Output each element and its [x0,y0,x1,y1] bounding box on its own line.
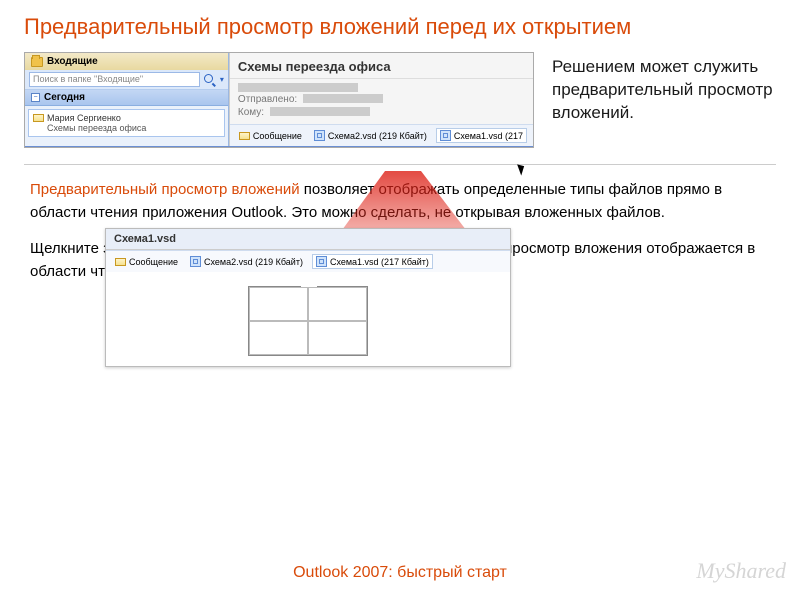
keyword: Предварительный просмотр вложений [30,181,300,198]
floorplan-diagram [248,286,368,356]
inbox-label: Входящие [47,56,98,67]
vsd-icon [190,256,201,267]
attachment-label: Сообщение [253,131,302,141]
attachment-label: Схема2.vsd (219 Кбайт) [204,257,303,267]
slide-title: Предварительный просмотр вложений перед … [0,0,800,40]
envelope-icon [239,132,250,140]
preview-title: Схема1.vsd [106,229,510,250]
watermark: MyShared [696,558,786,584]
search-icon[interactable] [204,74,216,86]
inbox-pane: Входящие Поиск в папке "Входящие" ▾ − Се… [25,53,229,146]
inbox-header: Входящие [25,53,228,70]
attachment-preview: Схема1.vsd Сообщение Схема2.vsd (219 Кба… [105,228,511,367]
attachment-message[interactable]: Сообщение [236,130,305,142]
reading-pane: Схемы переезда офиса Отправлено: Кому: С… [229,53,533,146]
folder-icon [31,57,43,67]
message-item[interactable]: Мария Сергиенко Схемы переезда офиса [28,109,225,137]
attachment-file-1[interactable]: Схема2.vsd (219 Кбайт) [311,129,430,142]
side-caption: Решением может служить предварительный п… [552,52,776,148]
search-input[interactable]: Поиск в папке "Входящие" [29,72,200,87]
reading-title: Схемы переезда офиса [230,53,533,79]
attachment-label: Схема1.vsd (217 Кбайт) [330,257,429,267]
envelope-icon [115,258,126,266]
watermark-text: MyShared [696,558,786,583]
vsd-icon [314,130,325,141]
preview-att-2[interactable]: Схема1.vsd (217 Кбайт) [312,254,433,269]
from-placeholder [238,83,358,92]
sent-placeholder [303,94,383,103]
to-placeholder [270,107,370,116]
outlook-screenshot: Входящие Поиск в папке "Входящие" ▾ − Се… [24,52,534,148]
attachment-file-2[interactable]: Схема1.vsd (217 [436,128,527,143]
today-group: − Сегодня [25,90,228,106]
attachment-label: Сообщение [129,257,178,267]
collapse-icon[interactable]: − [31,93,40,102]
meta-sent-label: Отправлено: [238,94,297,105]
today-label: Сегодня [44,92,85,103]
vsd-icon [316,256,327,267]
envelope-icon [33,114,44,122]
preview-att-1[interactable]: Схема2.vsd (219 Кбайт) [187,255,306,268]
search-row: Поиск в папке "Входящие" ▾ [25,70,228,90]
slide-footer: Outlook 2007: быстрый старт [0,564,800,582]
attachment-bar: Сообщение Схема2.vsd (219 Кбайт) Схема1.… [230,124,533,146]
attachment-label: Схема1.vsd (217 [454,131,523,141]
chevron-down-icon[interactable]: ▾ [220,75,224,84]
message-from: Мария Сергиенко [47,113,121,123]
vsd-icon [440,130,451,141]
attachment-label: Схема2.vsd (219 Кбайт) [328,131,427,141]
preview-att-message[interactable]: Сообщение [112,256,181,268]
meta-to-label: Кому: [238,107,264,118]
message-subject: Схемы переезда офиса [33,123,220,133]
